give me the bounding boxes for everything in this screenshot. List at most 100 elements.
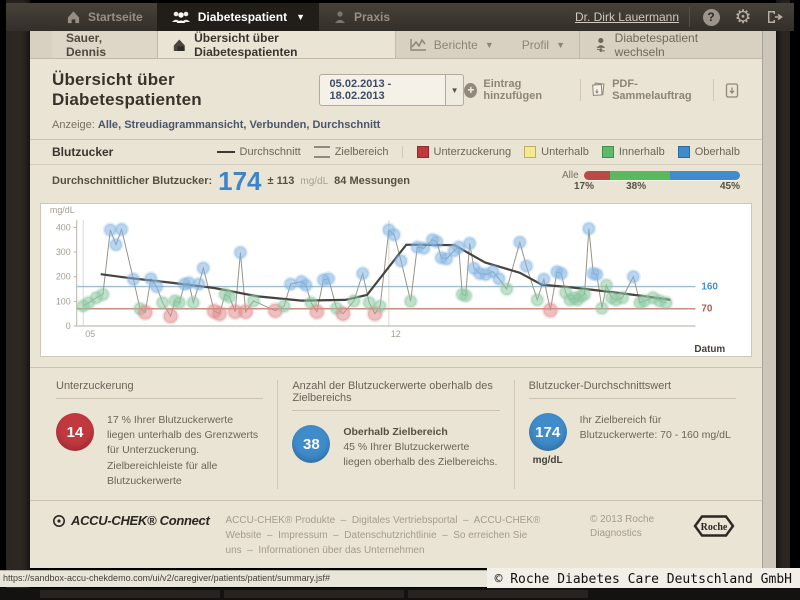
footer-copyright: © 2013 Roche Diagnostics [590, 513, 672, 541]
high-count-badge: 38 [292, 425, 330, 463]
card-text: 17 % Ihrer Blutzuckerwerte liegen unterh… [107, 413, 263, 459]
average-value: 174 [218, 168, 261, 194]
stats-row: Durchschnittlicher Blutzucker: 174 ± 113… [30, 164, 762, 199]
tab-overview[interactable]: Übersicht über Diabetespatienten [158, 31, 395, 58]
window-bezel-right [762, 0, 800, 600]
distribution-segment-high [670, 171, 740, 180]
patients-group-icon [171, 10, 191, 24]
title-bar: Übersicht über Diabetespatienten 05.02.2… [30, 59, 762, 119]
display-option-verbunden[interactable]: Verbunden [250, 119, 313, 131]
display-option-durchschnitt[interactable]: Durchschnitt [312, 119, 380, 131]
summary-cards: Unterzuckerung 14 17 % Ihrer Blutzuckerw… [30, 367, 762, 489]
pdf-batch-button[interactable]: PDF-Sammelauftrag [590, 78, 703, 102]
svg-text:160: 160 [701, 282, 718, 293]
svg-text:12: 12 [391, 329, 401, 339]
card-title: Unterzuckerung [56, 380, 263, 399]
below-swatch-icon [524, 146, 536, 158]
divider [713, 79, 714, 101]
brand-name: ACCU-CHEK® Connect [71, 513, 210, 528]
footer-link[interactable]: Impressum [278, 530, 344, 541]
gear-icon: ⚙ [734, 8, 751, 27]
distribution-label: Alle [562, 170, 579, 181]
tab-profil[interactable]: Profil ▼ [508, 31, 579, 58]
taskbar [0, 588, 800, 600]
average-badge: 174 [529, 413, 567, 451]
top-navbar: Startseite Diabetespatient ▼ Praxis Dr. … [6, 3, 794, 31]
chart-legend: Durchschnitt Zielbereich Unterzuckerung … [217, 146, 740, 158]
switch-patient-button[interactable]: Diabetespatient wechseln [579, 31, 762, 58]
low-swatch-icon [417, 146, 429, 158]
card-oberhalb: Anzahl der Blutzuckerwerte oberhalb des … [277, 380, 513, 489]
export-page-button[interactable] [724, 82, 740, 99]
footer-link[interactable]: Datenschutzrichtlinie [344, 530, 453, 541]
status-url: https://sandbox-accu-chekdemo.com/ui/v2/… [3, 573, 330, 583]
chevron-down-icon: ▼ [296, 12, 305, 22]
divider [580, 79, 581, 101]
display-option-streudiagramm[interactable]: Streudiagrammansicht [124, 119, 249, 131]
roche-logo: Roche [688, 513, 740, 544]
legend-oberhalb: Oberhalb [678, 146, 740, 158]
svg-text:mg/dL: mg/dL [50, 205, 75, 215]
card-text: 45 % Ihrer Blutzuckerwerte liegen oberha… [343, 440, 499, 470]
date-range-value[interactable]: 05.02.2013 - 18.02.2013 [319, 74, 446, 106]
settings-button[interactable]: ⚙ [732, 6, 754, 28]
page-footer: ACCU-CHEK® Connect ACCU-CHEK® ProdukteDi… [30, 500, 762, 568]
nav-praxis[interactable]: Praxis [319, 3, 404, 31]
tab-berichte[interactable]: Berichte ▼ [396, 31, 508, 58]
low-count-badge: 14 [56, 413, 94, 451]
card-text: Ihr Zielbereich für Blutzuckerwerte: 70 … [580, 413, 736, 443]
card-title: Blutzucker-Durchschnittswert [529, 380, 736, 399]
current-user-link[interactable]: Dr. Dirk Lauermann [575, 10, 679, 24]
svg-text:200: 200 [56, 272, 71, 282]
legend-innerhalb: Innerhalb [602, 146, 665, 158]
date-range-control[interactable]: 05.02.2013 - 18.02.2013 ▼ [319, 74, 465, 106]
page-title: Übersicht über Diabetespatienten [52, 70, 301, 110]
date-range-dropdown[interactable]: ▼ [446, 74, 465, 106]
display-label: Anzeige: [52, 119, 95, 131]
nav-label: Diabetespatient [198, 10, 287, 24]
average-label: Durchschnittlicher Blutzucker: [52, 175, 212, 187]
svg-text:0: 0 [66, 321, 71, 331]
pdf-stack-icon [590, 81, 606, 99]
help-button[interactable]: ? [700, 6, 722, 28]
distribution-percentages: 17% 38% 45% [562, 181, 740, 193]
nav-startseite[interactable]: Startseite [52, 3, 157, 31]
unit-label: mg/dL [300, 176, 328, 187]
scrollbar[interactable] [762, 30, 777, 570]
home-icon [66, 10, 81, 24]
distribution-widget: Alle 17% 38% 45% [562, 170, 740, 193]
chevron-down-icon: ▼ [485, 40, 494, 50]
above-swatch-icon [678, 146, 690, 158]
svg-text:Datum: Datum [694, 344, 725, 355]
logout-button[interactable] [764, 6, 786, 28]
display-option-alle[interactable]: Alle [98, 119, 124, 131]
svg-text:100: 100 [56, 296, 71, 306]
tab-patient-name[interactable]: Sauer, Dennis [52, 31, 158, 58]
help-icon: ? [703, 9, 720, 26]
plus-icon: + [464, 83, 477, 98]
std-dev: ± 113 [268, 175, 295, 187]
section-header: Blutzucker Durchschnitt Zielbereich Unte… [30, 139, 762, 164]
add-entry-button[interactable]: + Eintrag hinzufügen [464, 78, 569, 102]
badge-unit: mg/dL [533, 455, 563, 466]
nav-diabetespatient[interactable]: Diabetespatient ▼ [157, 3, 319, 31]
section-title: Blutzucker [52, 145, 113, 159]
svg-text:Roche: Roche [701, 522, 728, 533]
footer-link[interactable]: ACCU-CHEK® Produkte [226, 515, 352, 526]
card-subtitle: Oberhalb Zielbereich [343, 425, 499, 440]
footer-link[interactable]: Digitales Vertriebsportal [352, 515, 474, 526]
card-link[interactable]: Zielbereichleiste für alle Blutzuckerwer… [107, 459, 263, 489]
display-options-row: Anzeige: AlleStreudiagrammansichtVerbund… [30, 119, 762, 139]
target-range-icon [314, 146, 330, 158]
card-durchschnittswert: Blutzucker-Durchschnittswert 174 mg/dL I… [514, 380, 750, 489]
reports-chart-icon [410, 38, 427, 51]
switch-patient-icon [594, 37, 608, 52]
legend-unterhalb: Unterhalb [524, 146, 589, 158]
svg-text:05: 05 [85, 329, 95, 339]
blood-glucose-chart[interactable]: 0100200300400mg/dL051216070Datum [40, 203, 752, 357]
footer-links: ACCU-CHEK® ProdukteDigitales Vertriebspo… [226, 513, 574, 558]
legend-durchschnitt: Durchschnitt [217, 146, 301, 158]
divider [689, 7, 690, 27]
home-pages-icon [172, 38, 187, 52]
footer-link[interactable]: Informationen über das Unternehmen [258, 545, 424, 556]
